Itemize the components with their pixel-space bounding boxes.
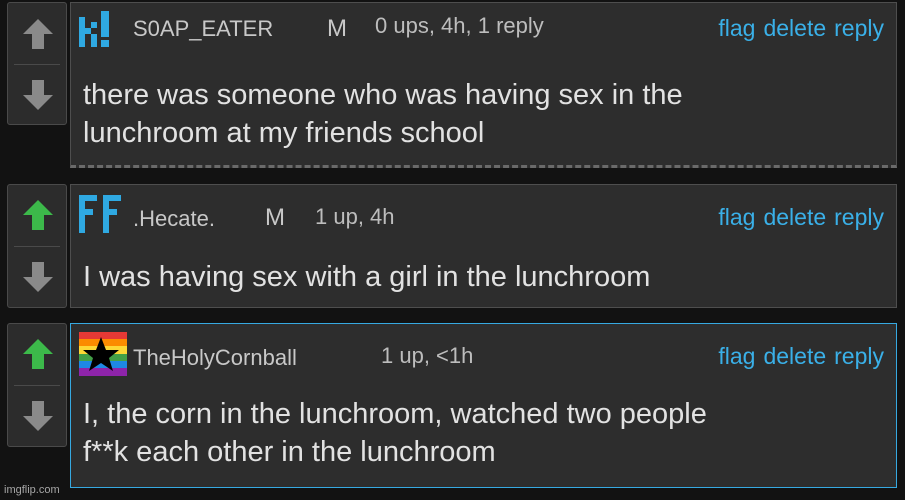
vote-divider <box>14 64 60 65</box>
comment-1: S0AP_EATER M 0 ups, 4h, 1 reply flag dele… <box>7 2 897 168</box>
vote-meta: 1 up, 4h <box>315 204 395 229</box>
letter-k-exclamation-avatar-icon[interactable] <box>79 11 127 51</box>
delete-link[interactable]: delete <box>763 204 826 230</box>
comment-text-line: f**k each other in the lunchroom <box>83 436 496 468</box>
rainbow-flag-star-avatar-icon[interactable] <box>79 332 127 376</box>
gender-label: M <box>327 15 347 42</box>
username[interactable]: TheHolyCornball <box>133 345 297 371</box>
comment-card: TheHolyCornball 1 up, <1h flag delete repl… <box>70 323 897 488</box>
comment-actions: flag delete reply <box>710 343 884 370</box>
vote-divider <box>14 246 60 247</box>
downvote-arrow-icon[interactable] <box>8 392 68 440</box>
username[interactable]: S0AP_EATER <box>133 16 273 42</box>
comment-actions: flag delete reply <box>710 204 884 231</box>
comment-text: there was someone who was having sex in … <box>83 76 683 152</box>
comment-card: .Hecate. M 1 up, 4h flag delete reply I wa… <box>70 184 897 308</box>
comment-3: TheHolyCornball 1 up, <1h flag delete repl… <box>7 323 897 488</box>
letters-ff-avatar-icon[interactable] <box>79 193 127 233</box>
reply-link[interactable]: reply <box>834 15 884 41</box>
comment-text: I was having sex with a girl in the lunc… <box>83 258 650 296</box>
comment-text-line: there was someone who was having sex in … <box>83 79 683 111</box>
flag-link[interactable]: flag <box>718 343 755 369</box>
downvote-arrow-icon[interactable] <box>8 71 68 119</box>
upvote-arrow-icon[interactable] <box>8 10 68 58</box>
comment-text: I, the corn in the lunchroom, watched tw… <box>83 395 707 471</box>
comment-text-line: I, the corn in the lunchroom, watched tw… <box>83 398 707 430</box>
vote-divider <box>14 385 60 386</box>
gender-label: M <box>265 204 285 231</box>
delete-link[interactable]: delete <box>763 15 826 41</box>
reply-link[interactable]: reply <box>834 204 884 230</box>
vote-meta: 1 up, <1h <box>381 343 474 368</box>
watermark: imgflip.com <box>4 484 60 496</box>
comment-2: .Hecate. M 1 up, 4h flag delete reply I wa… <box>7 184 897 308</box>
username[interactable]: .Hecate. <box>133 206 215 232</box>
flag-link[interactable]: flag <box>718 15 755 41</box>
vote-column <box>7 323 67 447</box>
upvote-arrow-icon[interactable] <box>8 191 68 239</box>
comment-text-line: lunchroom at my friends school <box>83 117 485 149</box>
comment-actions: flag delete reply <box>710 15 884 42</box>
downvote-arrow-icon[interactable] <box>8 253 68 301</box>
flag-link[interactable]: flag <box>718 204 755 230</box>
vote-meta: 0 ups, 4h, 1 reply <box>375 13 544 38</box>
upvote-arrow-icon[interactable] <box>8 330 68 378</box>
comment-card: S0AP_EATER M 0 ups, 4h, 1 reply flag dele… <box>70 2 897 168</box>
vote-column <box>7 2 67 125</box>
delete-link[interactable]: delete <box>763 343 826 369</box>
vote-column <box>7 184 67 308</box>
comment-text-line: I was having sex with a girl in the lunc… <box>83 261 651 293</box>
reply-link[interactable]: reply <box>834 343 884 369</box>
